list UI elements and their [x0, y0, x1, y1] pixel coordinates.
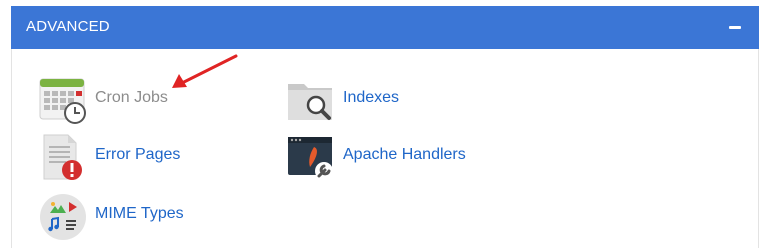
apache-handlers-link[interactable]: Apache Handlers [286, 133, 486, 183]
calendar-clock-icon [38, 76, 88, 126]
mime-types-link[interactable]: MIME Types [38, 192, 198, 242]
mime-types-label: MIME Types [95, 205, 184, 222]
folder-search-icon [286, 76, 336, 126]
collapse-icon[interactable] [725, 17, 745, 37]
panel-title: ADVANCED [26, 18, 110, 35]
error-pages-label: Error Pages [95, 146, 181, 163]
annotation-arrow-icon [172, 54, 238, 88]
error-document-icon [38, 133, 88, 183]
terminal-wrench-icon [286, 133, 336, 183]
media-types-icon [38, 192, 88, 242]
error-pages-link[interactable]: Error Pages [38, 133, 198, 183]
indexes-label: Indexes [343, 89, 400, 106]
apache-handlers-label: Apache Handlers [343, 146, 466, 163]
indexes-link[interactable]: Indexes [286, 76, 446, 126]
panel-header[interactable]: ADVANCED [11, 6, 759, 49]
cron-jobs-label: Cron Jobs [95, 89, 168, 106]
